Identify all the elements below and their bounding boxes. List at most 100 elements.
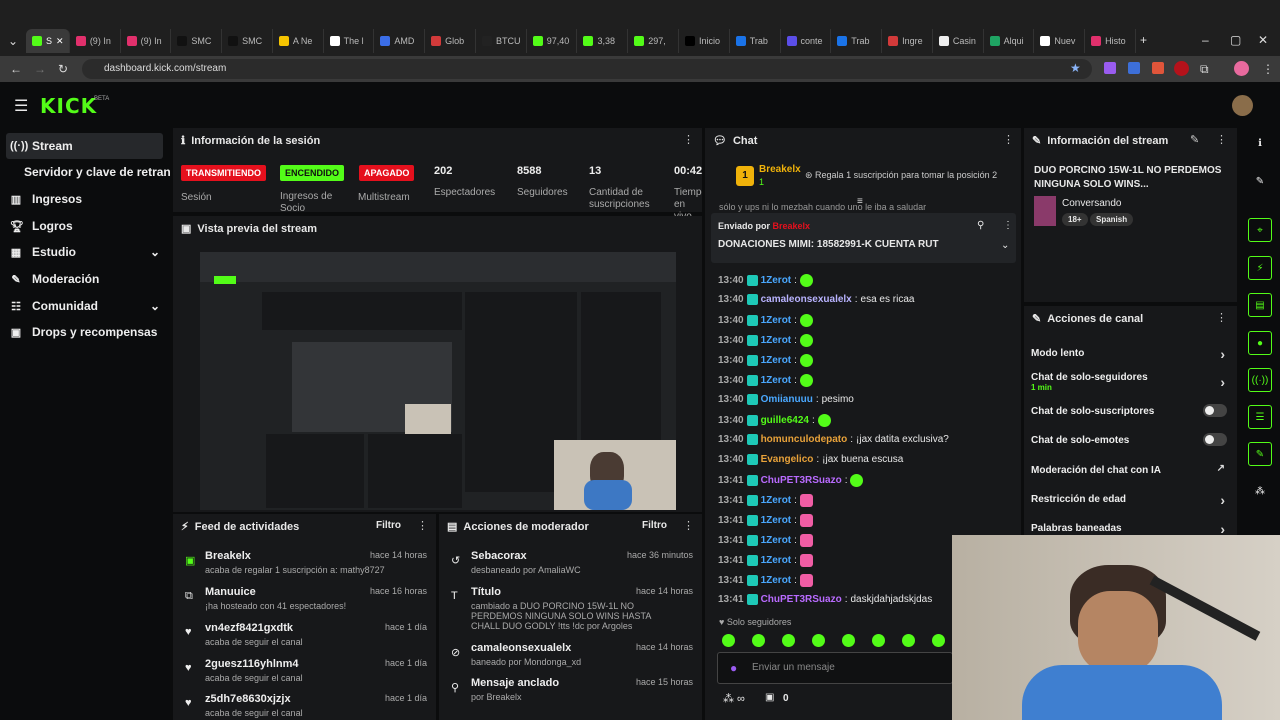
- close-window-icon[interactable]: ✕: [1258, 33, 1268, 47]
- new-tab-icon[interactable]: +: [1140, 33, 1147, 47]
- browser-tab[interactable]: 297,: [628, 29, 679, 53]
- more-options-icon[interactable]: ⋮: [1003, 220, 1013, 231]
- emote-icon[interactable]: [799, 354, 813, 367]
- emote-icon[interactable]: [799, 534, 813, 547]
- chat-message[interactable]: 13:40 1Zerot:: [718, 334, 813, 347]
- infinity-icon[interactable]: ⁂ ∞: [723, 692, 745, 705]
- action-age-restriction[interactable]: Restricción de edad ›: [1031, 492, 1227, 508]
- list-item[interactable]: T Título cambiado a DUO PORCINO 15W-1L NO …: [447, 586, 693, 636]
- extension-icon[interactable]: [1128, 62, 1140, 74]
- list-item[interactable]: ♥ 2guesz116yhlnm4 acaba de seguir el canal…: [181, 658, 427, 692]
- edit-icon[interactable]: ✎: [1190, 133, 1199, 146]
- chat-username[interactable]: 1Zerot: [761, 315, 792, 326]
- browser-tab[interactable]: AMD: [374, 29, 426, 53]
- chat-message[interactable]: 13:40 camaleonsexualelx: esa es ricaa: [718, 294, 914, 305]
- browser-tab[interactable]: Trab: [831, 29, 883, 53]
- feed-user[interactable]: z5dh7e8630xjzjx: [205, 693, 291, 705]
- emote-icon[interactable]: [799, 494, 813, 507]
- chat-message[interactable]: 13:41 ChuPET3RSuazo: daskjdahjadskjdas: [718, 594, 932, 605]
- feed-user[interactable]: vn4ezf8421gxdtk: [205, 622, 293, 634]
- emote-icon[interactable]: [850, 474, 864, 487]
- mod-target[interactable]: camaleonsexualelx: [471, 642, 571, 654]
- chat-username[interactable]: camaleonsexualelx: [761, 294, 852, 305]
- emote-icon[interactable]: [799, 554, 813, 567]
- emote-icon[interactable]: [799, 374, 813, 387]
- sidebar-item-comunidad[interactable]: ☷ Comunidad ⌄: [10, 294, 160, 318]
- chat-username[interactable]: Evangelico: [761, 454, 814, 465]
- emote-icon[interactable]: [799, 574, 813, 587]
- chat-username[interactable]: guille6424: [761, 415, 809, 426]
- close-tab-icon[interactable]: ✕: [56, 36, 64, 47]
- emote-icon[interactable]: [817, 414, 831, 427]
- feed-user[interactable]: 2guesz116yhlnm4: [205, 658, 299, 670]
- sidebar-item-estudio[interactable]: ▦ Estudio ⌄: [10, 240, 160, 264]
- maximize-icon[interactable]: ▢: [1230, 33, 1241, 47]
- browser-tab[interactable]: 3,38: [577, 29, 629, 53]
- browser-tab[interactable]: conte: [781, 29, 832, 53]
- extensions-puzzle-icon[interactable]: ⧉: [1200, 62, 1209, 77]
- chat-username[interactable]: 1Zerot: [761, 495, 792, 506]
- back-icon[interactable]: ←: [10, 62, 22, 76]
- quick-emote-icon[interactable]: [902, 634, 915, 647]
- filter-button[interactable]: Filtro: [642, 520, 667, 531]
- wrench-icon[interactable]: ✎: [1248, 442, 1272, 466]
- quick-emote-icon[interactable]: [872, 634, 885, 647]
- emote-icon[interactable]: [799, 274, 813, 287]
- chat-username[interactable]: Omiianuuu: [761, 394, 813, 405]
- minimize-icon[interactable]: –: [1202, 33, 1209, 47]
- browser-tab[interactable]: 97,40: [527, 29, 578, 53]
- chat-message[interactable]: 13:41 1Zerot:: [718, 574, 813, 587]
- category-name[interactable]: Conversando: [1062, 198, 1121, 209]
- emote-icon[interactable]: [799, 334, 813, 347]
- list-item[interactable]: ⧉ Manuuice ¡ha hosteado con 41 espectadore…: [181, 586, 427, 620]
- filter-button[interactable]: Filtro: [376, 520, 401, 531]
- tab-search-icon[interactable]: ⌄: [8, 34, 18, 48]
- user-avatar[interactable]: [1232, 95, 1253, 116]
- list-item[interactable]: ♥ vn4ezf8421gxdtk acaba de seguir el canal…: [181, 622, 427, 656]
- chat-message[interactable]: 13:41 1Zerot:: [718, 554, 813, 567]
- url-field[interactable]: dashboard.kick.com/stream: [82, 59, 1092, 79]
- chat-message[interactable]: 13:40 1Zerot:: [718, 274, 813, 287]
- chat-message[interactable]: 13:41 1Zerot:: [718, 514, 813, 527]
- mod-target[interactable]: Sebacorax: [471, 550, 527, 562]
- chat-message[interactable]: 13:40 Evangelico: ¡jax buena escusa: [718, 454, 903, 465]
- chat-message[interactable]: 13:41 ChuPET3RSuazo:: [718, 474, 864, 487]
- more-options-icon[interactable]: ⋮: [1216, 133, 1227, 146]
- chat-message[interactable]: 13:40 1Zerot:: [718, 314, 813, 327]
- chevron-down-icon[interactable]: ⌄: [1001, 240, 1009, 251]
- profile-avatar-icon[interactable]: [1234, 61, 1249, 76]
- list-item[interactable]: ♥ z5dh7e8630xjzjx acaba de seguir el canal…: [181, 693, 427, 719]
- extension-icon[interactable]: [1104, 62, 1116, 74]
- more-options-icon[interactable]: ⋮: [1003, 133, 1014, 146]
- browser-tab[interactable]: Inicio: [679, 29, 730, 53]
- more-options-icon[interactable]: ⋮: [1216, 311, 1227, 324]
- sidebar-item-drops[interactable]: ▣ Drops y recompensas: [10, 320, 158, 344]
- sidebar-item-server-key[interactable]: Servidor y clave de retransm: [24, 160, 170, 184]
- browser-tab[interactable]: Glob: [425, 29, 476, 53]
- browser-tab[interactable]: Nuev: [1034, 29, 1086, 53]
- action-slow-mode[interactable]: Modo lento ›: [1031, 346, 1227, 362]
- browser-tab[interactable]: Trab: [730, 29, 781, 53]
- chat-username[interactable]: 1Zerot: [761, 575, 792, 586]
- chat-username[interactable]: homunculodepato: [761, 434, 848, 445]
- action-banned-words[interactable]: Palabras baneadas ›: [1031, 523, 1227, 535]
- chat-username[interactable]: 1Zerot: [761, 335, 792, 346]
- more-options-icon[interactable]: ⋮: [683, 133, 694, 146]
- points-icon[interactable]: ▣: [765, 692, 774, 703]
- pin-icon[interactable]: ⚲: [977, 220, 984, 231]
- sidebar-item-moderacion[interactable]: ✎ Moderación: [10, 267, 99, 291]
- list-item[interactable]: ↺ Sebacorax desbaneado por AmaliaWC hace 36…: [447, 550, 693, 584]
- quick-emote-icon[interactable]: [842, 634, 855, 647]
- more-options-icon[interactable]: ⋮: [683, 519, 694, 532]
- browser-tab[interactable]: A Ne: [273, 29, 324, 53]
- feed-user[interactable]: Breakelx: [205, 550, 251, 562]
- top-gifter-name[interactable]: Breakelx: [759, 164, 801, 175]
- gift-prompt[interactable]: ⊛ Regala 1 suscripción para tomar la pos…: [805, 170, 997, 181]
- chat-username[interactable]: 1Zerot: [761, 515, 792, 526]
- sidebar-item-logros[interactable]: 🏆︎ Logros: [10, 214, 73, 238]
- chat-username[interactable]: 1Zerot: [761, 375, 792, 386]
- bookmark-star-icon[interactable]: ★: [1070, 61, 1081, 75]
- ublock-icon[interactable]: [1174, 61, 1189, 76]
- chat-username[interactable]: 1Zerot: [761, 535, 792, 546]
- quick-emote-icon[interactable]: [782, 634, 795, 647]
